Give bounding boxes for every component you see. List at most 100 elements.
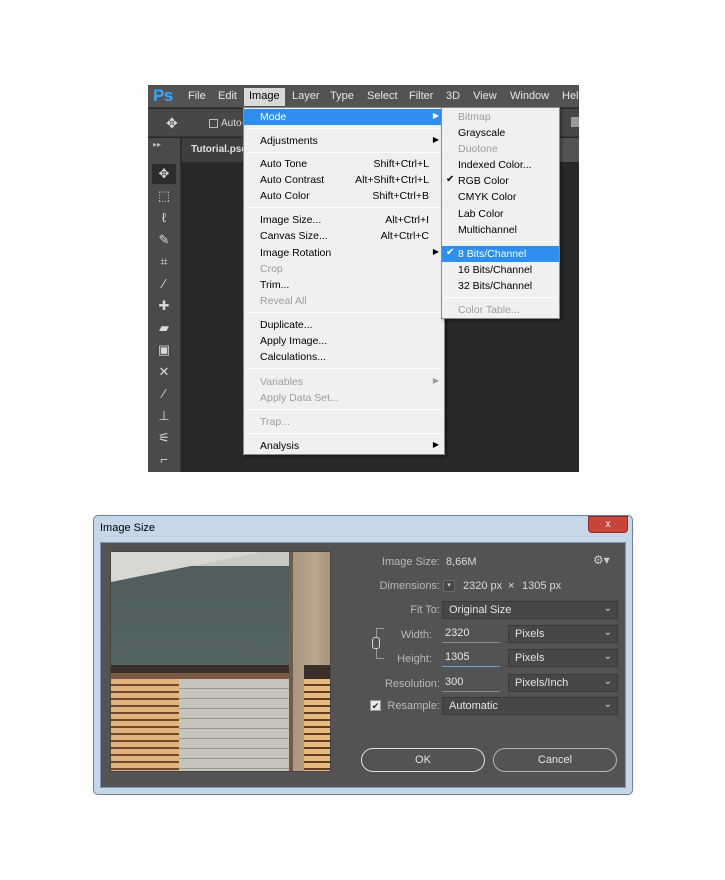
width-input[interactable]: 2320 bbox=[442, 625, 500, 643]
menu-item-mode[interactable]: Mode ▶ bbox=[244, 109, 444, 125]
blur-tool-icon[interactable]: ⌐ bbox=[152, 450, 176, 470]
tools-panel: ▸▸ ✥ ⬚ ℓ ✎ ⌗ ⁄ ✚ ▰ ▣ ✕ ∕ ⊥ ⚟ ⌐ bbox=[148, 138, 181, 472]
crop-tool-icon[interactable]: ⌗ bbox=[152, 252, 176, 272]
gradient-tool-icon[interactable]: ⚟ bbox=[152, 428, 176, 448]
menu-select[interactable]: Select bbox=[367, 90, 398, 102]
image-preview[interactable] bbox=[110, 551, 331, 772]
menu-item-canvas-size[interactable]: Canvas Size... Alt+Ctrl+C bbox=[244, 228, 444, 244]
menu-item-trim[interactable]: Trim... bbox=[244, 277, 444, 293]
menu-item-auto-color[interactable]: Auto Color Shift+Ctrl+B bbox=[244, 188, 444, 204]
menu-item-multichannel[interactable]: Multichannel bbox=[442, 222, 559, 238]
menu-item-calculations[interactable]: Calculations... bbox=[244, 349, 444, 365]
image-size-label: Image Size: bbox=[381, 556, 440, 568]
menu-item-duplicate[interactable]: Duplicate... bbox=[244, 317, 444, 333]
photoshop-logo: Ps bbox=[153, 86, 173, 105]
clone-stamp-tool-icon[interactable]: ▣ bbox=[152, 340, 176, 360]
menu-item-indexed-color[interactable]: Indexed Color... bbox=[442, 157, 559, 173]
width-unit-select[interactable]: Pixels ⌄ bbox=[508, 625, 618, 643]
fit-to-select[interactable]: Original Size ⌄ bbox=[442, 601, 618, 619]
resample-label: Resample: bbox=[387, 700, 440, 712]
resample-checkbox[interactable]: ✔ bbox=[370, 700, 381, 711]
menu-separator bbox=[246, 409, 442, 410]
menu-item-apply-data-set[interactable]: Apply Data Set... bbox=[244, 390, 444, 406]
menu-item-auto-tone[interactable]: Auto Tone Shift+Ctrl+L bbox=[244, 156, 444, 172]
menu-separator bbox=[246, 312, 442, 313]
menu-filter[interactable]: Filter bbox=[409, 90, 433, 102]
menu-window[interactable]: Window bbox=[510, 90, 549, 102]
menu-item-duotone[interactable]: Duotone bbox=[442, 141, 559, 157]
menu-item-auto-contrast[interactable]: Auto Contrast Alt+Shift+Ctrl+L bbox=[244, 172, 444, 188]
menu-item-crop[interactable]: Crop bbox=[244, 261, 444, 277]
menu-separator bbox=[246, 128, 442, 129]
eyedropper-tool-icon[interactable]: ⁄ bbox=[152, 274, 176, 294]
resolution-label: Resolution: bbox=[384, 678, 440, 690]
fit-to-label: Fit To: bbox=[410, 604, 440, 616]
resample-select[interactable]: Automatic ⌄ bbox=[442, 697, 618, 715]
move-tool-icon[interactable]: ✥ bbox=[152, 164, 176, 184]
menu-help[interactable]: Hel bbox=[562, 90, 579, 102]
dimensions-unit-dropdown[interactable]: ▾ bbox=[443, 580, 455, 592]
submenu-arrow-icon: ▶ bbox=[432, 135, 439, 144]
chevron-down-icon: ⌄ bbox=[603, 627, 612, 638]
ok-button[interactable]: OK bbox=[361, 748, 485, 772]
menu-item-image-rotation[interactable]: Image Rotation ▶ bbox=[244, 245, 444, 261]
submenu-arrow-icon: ▶ bbox=[432, 247, 439, 256]
menu-item-bitmap[interactable]: Bitmap bbox=[442, 109, 559, 125]
menu-item-trap[interactable]: Trap... bbox=[244, 414, 444, 430]
menu-item-reveal-all[interactable]: Reveal All bbox=[244, 293, 444, 309]
lasso-tool-icon[interactable]: ℓ bbox=[152, 208, 176, 228]
height-input[interactable]: 1305 bbox=[442, 649, 500, 667]
resample-value: Automatic bbox=[449, 700, 498, 712]
healing-brush-tool-icon[interactable]: ✚ bbox=[152, 296, 176, 316]
collapse-icon[interactable]: ▸▸ bbox=[153, 140, 161, 149]
options-right-icon[interactable] bbox=[571, 117, 579, 127]
history-brush-tool-icon[interactable]: ✕ bbox=[152, 362, 176, 382]
menu-item-image-size[interactable]: Image Size... Alt+Ctrl+I bbox=[244, 212, 444, 228]
gear-icon[interactable]: ⚙▾ bbox=[593, 553, 610, 567]
menu-item-rgb-color[interactable]: ✔ RGB Color bbox=[442, 173, 559, 189]
document-tab[interactable]: Tutorial.psd bbox=[182, 138, 247, 162]
photoshop-window: Ps File Edit Image Layer Type Select Fil… bbox=[148, 85, 579, 472]
constrain-proportions-icon[interactable] bbox=[372, 637, 380, 649]
eraser-tool-icon[interactable]: ∕ bbox=[152, 384, 176, 404]
stamp-tool-icon[interactable]: ⊥ bbox=[152, 406, 176, 426]
menu-item-variables[interactable]: Variables ▶ bbox=[244, 374, 444, 390]
menu-type[interactable]: Type bbox=[330, 90, 354, 102]
menu-item-16-bits[interactable]: 16 Bits/Channel bbox=[442, 262, 559, 278]
menu-item-8-bits[interactable]: ✔ 8 Bits/Channel bbox=[442, 246, 559, 262]
resolution-input[interactable]: 300 bbox=[442, 674, 500, 692]
cancel-button[interactable]: Cancel bbox=[493, 748, 617, 772]
image-size-dialog: Image Size x Image Size: 8,66M ⚙▾ Dimens… bbox=[93, 515, 633, 795]
move-tool-icon[interactable]: ✥ bbox=[166, 115, 178, 132]
height-unit-select[interactable]: Pixels ⌄ bbox=[508, 649, 618, 667]
menu-file[interactable]: File bbox=[188, 90, 206, 102]
menu-item-lab-color[interactable]: Lab Color bbox=[442, 206, 559, 222]
menu-item-grayscale[interactable]: Grayscale bbox=[442, 125, 559, 141]
menu-layer[interactable]: Layer bbox=[292, 90, 320, 102]
menu-edit[interactable]: Edit bbox=[218, 90, 237, 102]
menu-item-cmyk-color[interactable]: CMYK Color bbox=[442, 189, 559, 205]
menu-separator bbox=[246, 368, 442, 369]
chevron-down-icon: ⌄ bbox=[603, 676, 612, 687]
auto-select-checkbox[interactable] bbox=[209, 119, 218, 128]
menu-3d[interactable]: 3D bbox=[446, 90, 460, 102]
mode-submenu: Bitmap Grayscale Duotone Indexed Color..… bbox=[441, 107, 560, 319]
marquee-tool-icon[interactable]: ⬚ bbox=[152, 186, 176, 206]
checkmark-icon: ✔ bbox=[446, 174, 455, 185]
menu-item-adjustments[interactable]: Adjustments ▶ bbox=[244, 133, 444, 149]
chevron-down-icon: ⌄ bbox=[603, 651, 612, 662]
menu-bar: Ps File Edit Image Layer Type Select Fil… bbox=[148, 85, 579, 108]
resolution-unit-select[interactable]: Pixels/Inch ⌄ bbox=[508, 674, 618, 692]
menu-item-analysis[interactable]: Analysis ▶ bbox=[244, 438, 444, 454]
dimensions-width: 2320 px bbox=[463, 580, 503, 592]
brush-tool-icon[interactable]: ▰ bbox=[152, 318, 176, 338]
menu-item-32-bits[interactable]: 32 Bits/Channel bbox=[442, 278, 559, 294]
height-unit-value: Pixels bbox=[515, 652, 545, 664]
quick-select-tool-icon[interactable]: ✎ bbox=[152, 230, 176, 250]
close-button[interactable]: x bbox=[588, 516, 628, 533]
menu-item-color-table[interactable]: Color Table... bbox=[442, 302, 559, 318]
menu-item-apply-image[interactable]: Apply Image... bbox=[244, 333, 444, 349]
menu-image[interactable]: Image bbox=[244, 88, 285, 106]
menu-view[interactable]: View bbox=[473, 90, 497, 102]
submenu-arrow-icon: ▶ bbox=[432, 376, 439, 385]
